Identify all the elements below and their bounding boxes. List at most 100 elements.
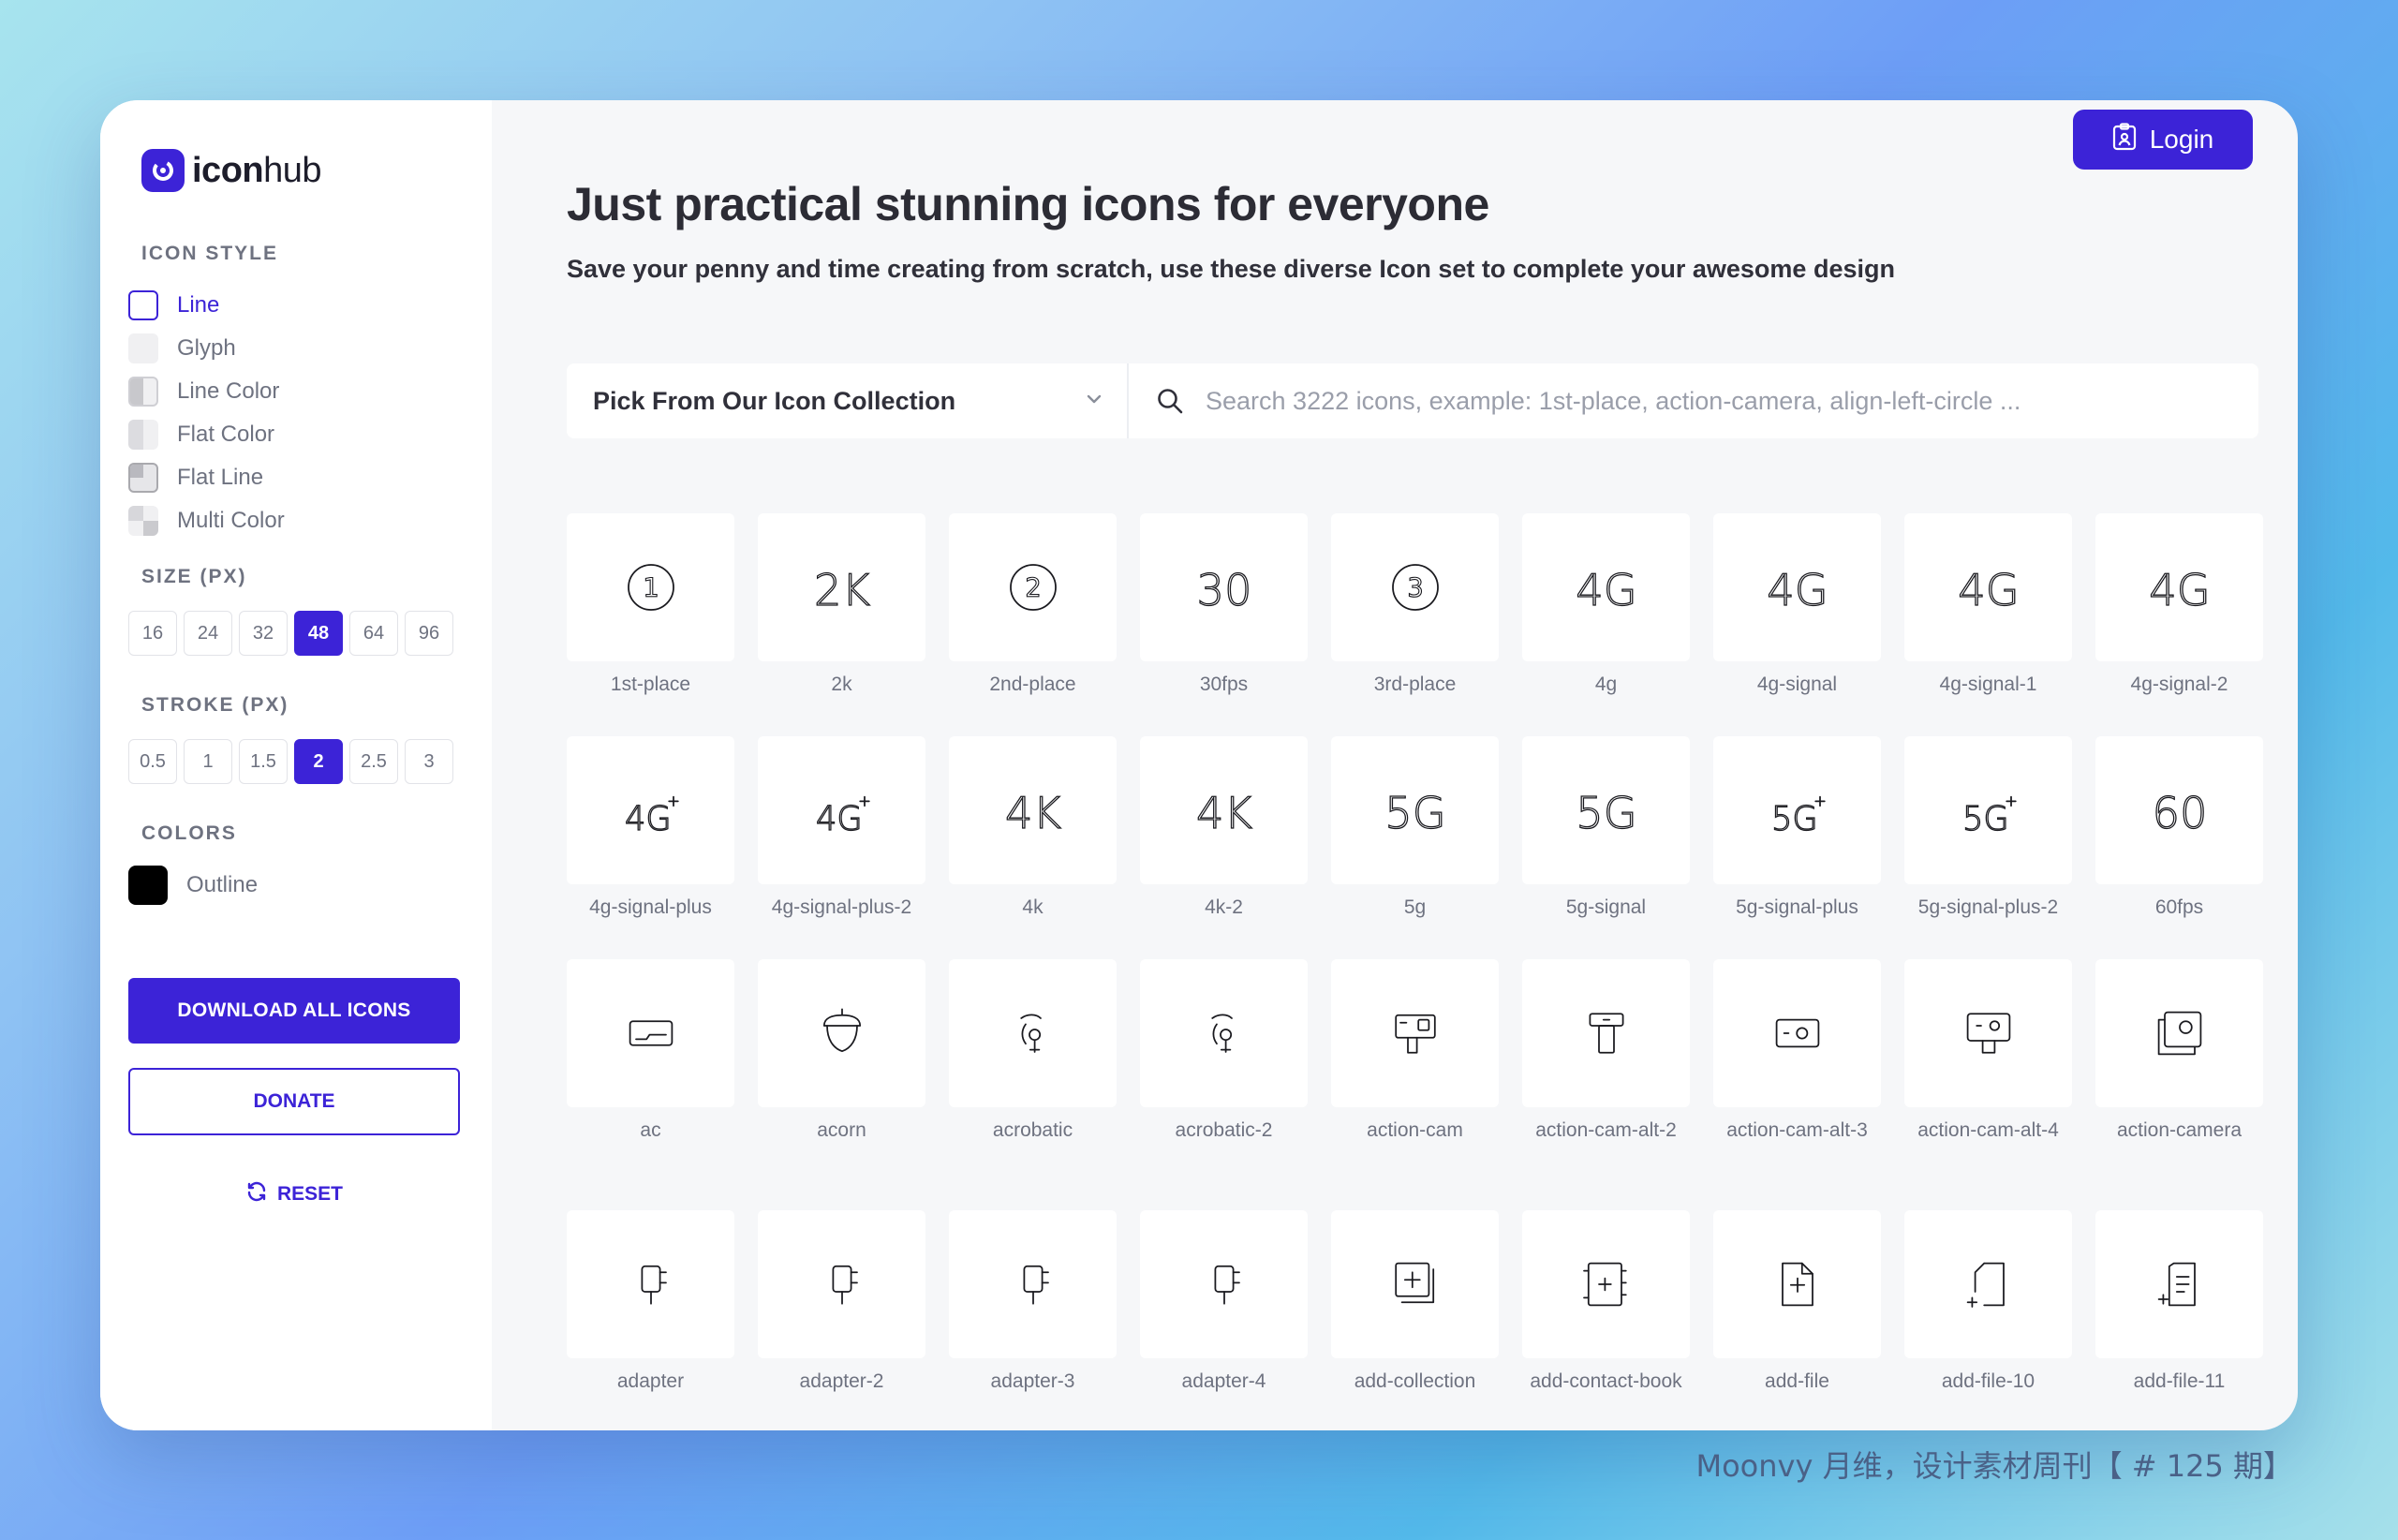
icon-tile[interactable]: 4G 4g-signal-1 — [1904, 513, 2072, 736]
icon-style-flatline[interactable]: Flat Line — [128, 456, 285, 499]
outline-color-swatch[interactable] — [128, 866, 168, 905]
icon-tile[interactable]: adapter-3 — [949, 1210, 1117, 1395]
icon-tile[interactable]: 5G 5g-signal-plus-2 — [1904, 736, 2072, 959]
size-option[interactable]: 32 — [239, 611, 288, 656]
5g-signal-plus-icon: 5G — [1713, 736, 1881, 884]
size-option[interactable]: 64 — [349, 611, 398, 656]
icon-style-multi[interactable]: Multi Color — [128, 499, 285, 542]
icon-grid-row: 4G 4g-signal-plus 4G 4g-signal-plus-2 4K 4k 4K… — [567, 736, 2263, 959]
reset-button[interactable]: RESET — [128, 1176, 460, 1213]
icon-style-glyph[interactable]: Glyph — [128, 327, 285, 370]
acrobatic-icon — [949, 959, 1117, 1107]
stroke-option[interactable]: 2 — [294, 739, 343, 784]
size-option[interactable]: 96 — [405, 611, 453, 656]
icon-tile[interactable]: add-collection — [1331, 1210, 1499, 1395]
icon-style-line[interactable]: Line — [128, 284, 285, 327]
size-option[interactable]: 48 — [294, 611, 343, 656]
action-camera-icon — [2095, 959, 2263, 1107]
icon-tile[interactable]: adapter — [567, 1210, 734, 1395]
icon-tile[interactable]: 4G 4g-signal — [1713, 513, 1881, 736]
icon-label: 1st-place — [610, 674, 691, 695]
icon-tile[interactable]: add-file-10 — [1904, 1210, 2072, 1395]
search-input[interactable] — [1206, 386, 2258, 416]
icon-label: adapter — [616, 1370, 685, 1392]
icon-tile[interactable]: 60 60fps — [2095, 736, 2263, 959]
4k-2-icon: 4K — [1140, 736, 1308, 884]
add-contact-book-icon — [1522, 1210, 1690, 1358]
3rd-place-icon: 3 — [1331, 513, 1499, 661]
icon-tile[interactable]: 4G 4g-signal-plus-2 — [758, 736, 925, 959]
icon-style-label: Flat Line — [177, 465, 264, 490]
icon-tile[interactable]: adapter-4 — [1140, 1210, 1308, 1395]
stroke-option[interactable]: 0.5 — [128, 739, 177, 784]
stroke-option[interactable]: 2.5 — [349, 739, 398, 784]
icon-tile[interactable]: 4G 4g — [1522, 513, 1690, 736]
download-all-button[interactable]: DOWNLOAD ALL ICONS — [128, 978, 460, 1044]
icon-tile[interactable]: 2 2nd-place — [949, 513, 1117, 736]
stroke-option[interactable]: 1.5 — [239, 739, 288, 784]
icon-tile[interactable]: 4G 4g-signal-plus — [567, 736, 734, 959]
icon-style-label: Line — [177, 292, 220, 318]
icon-style-flatcolor[interactable]: Flat Color — [128, 413, 285, 456]
icon-tile[interactable]: add-file-11 — [2095, 1210, 2263, 1395]
icon-label: adapter-2 — [799, 1370, 884, 1392]
icon-label: acrobatic — [992, 1119, 1073, 1141]
action-cam-alt-3-icon — [1713, 959, 1881, 1107]
action-cam-alt-4-icon — [1904, 959, 2072, 1107]
svg-text:2: 2 — [1025, 574, 1041, 603]
icon-tile[interactable]: adapter-2 — [758, 1210, 925, 1395]
icon-tile[interactable]: action-cam-alt-2 — [1522, 959, 1690, 1210]
collection-dropdown-label: Pick From Our Icon Collection — [593, 386, 956, 415]
icon-label: 30fps — [1199, 674, 1249, 695]
flatcolor-style-swatch — [128, 420, 158, 450]
icon-tile[interactable]: action-cam — [1331, 959, 1499, 1210]
acorn-icon — [758, 959, 925, 1107]
icon-tile[interactable]: acorn — [758, 959, 925, 1210]
icon-tile[interactable]: action-camera — [2095, 959, 2263, 1210]
size-option[interactable]: 16 — [128, 611, 177, 656]
logo[interactable]: iconhub — [141, 149, 322, 192]
icon-grid-row: adapter adapter-2 adapter-3 adapter-4 add-co… — [567, 1210, 2263, 1395]
icon-tile[interactable]: 4G 4g-signal-2 — [2095, 513, 2263, 736]
icon-tile[interactable]: 5G 5g-signal-plus — [1713, 736, 1881, 959]
icon-label: add-file-10 — [1941, 1370, 2035, 1392]
chevron-down-icon — [1084, 389, 1104, 414]
icon-tile[interactable]: add-file — [1713, 1210, 1881, 1395]
collection-dropdown[interactable]: Pick From Our Icon Collection — [567, 363, 1129, 438]
icon-tile[interactable]: 5G 5g — [1331, 736, 1499, 959]
icon-tile[interactable]: action-cam-alt-3 — [1713, 959, 1881, 1210]
4g-signal-plus-icon: 4G — [567, 736, 734, 884]
icon-tile[interactable]: acrobatic-2 — [1140, 959, 1308, 1210]
login-label: Login — [2149, 125, 2214, 154]
stroke-option[interactable]: 1 — [184, 739, 232, 784]
icon-label: 5g — [1403, 896, 1427, 918]
logo-mark-icon — [141, 149, 185, 192]
icon-tile[interactable]: 2K 2k — [758, 513, 925, 736]
icon-tile[interactable]: ac — [567, 959, 734, 1210]
icon-tile[interactable]: 4K 4k-2 — [1140, 736, 1308, 959]
adapter-icon — [567, 1210, 734, 1358]
icon-tile[interactable]: action-cam-alt-4 — [1904, 959, 2072, 1210]
icon-tile[interactable]: 3 3rd-place — [1331, 513, 1499, 736]
icon-label: ac — [640, 1119, 661, 1141]
icon-style-title: ICON STYLE — [141, 243, 279, 264]
add-file-11-icon — [2095, 1210, 2263, 1358]
icon-style-label: Line Color — [177, 378, 280, 404]
size-option[interactable]: 24 — [184, 611, 232, 656]
icon-tile[interactable]: 1 1st-place — [567, 513, 734, 736]
svg-text:4G: 4G — [815, 800, 862, 838]
icon-tile[interactable]: add-contact-book — [1522, 1210, 1690, 1395]
icon-tile[interactable]: 4K 4k — [949, 736, 1117, 959]
donate-button[interactable]: DONATE — [128, 1068, 460, 1135]
outline-color-option[interactable]: Outline — [128, 866, 258, 905]
icon-tile[interactable]: acrobatic — [949, 959, 1117, 1210]
icon-label: 4g-signal-plus-2 — [771, 896, 912, 918]
icon-style-linecolor[interactable]: Line Color — [128, 370, 285, 413]
svg-text:5G: 5G — [1576, 788, 1636, 838]
icon-tile[interactable]: 5G 5g-signal — [1522, 736, 1690, 959]
login-button[interactable]: Login — [2073, 110, 2253, 170]
1st-place-icon: 1 — [567, 513, 734, 661]
icon-tile[interactable]: 30 30fps — [1140, 513, 1308, 736]
stroke-option[interactable]: 3 — [405, 739, 453, 784]
4g-signal-2-icon: 4G — [2095, 513, 2263, 661]
